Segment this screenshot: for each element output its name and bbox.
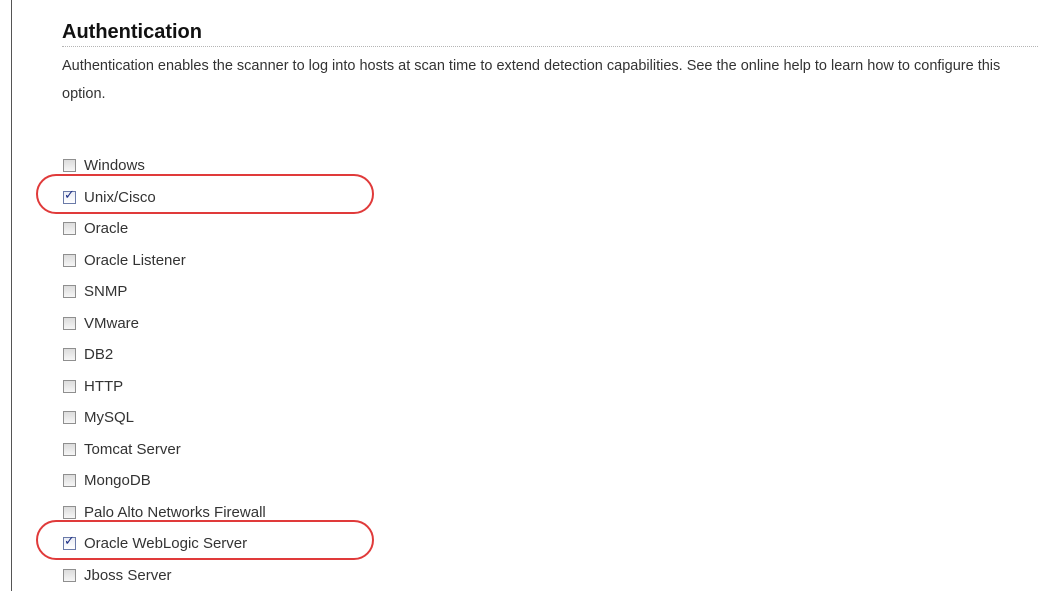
option-oracle-listener[interactable]: Oracle Listener	[63, 245, 266, 277]
checkbox-mysql[interactable]	[63, 411, 76, 425]
option-label: MySQL	[84, 409, 135, 427]
option-label: Jboss Server	[84, 566, 172, 584]
option-label: VMware	[84, 314, 140, 332]
checkmark-icon: ✓	[64, 534, 75, 550]
option-label: Unix/Cisco	[84, 188, 156, 206]
option-oracle[interactable]: Oracle	[63, 213, 266, 245]
option-snmp[interactable]: SNMP	[63, 276, 266, 308]
checkbox-oracle-listener[interactable]	[63, 253, 76, 267]
option-http[interactable]: HTTP	[63, 371, 266, 403]
checkbox-db2[interactable]	[63, 348, 76, 362]
option-label: Oracle Listener	[84, 251, 186, 269]
section-description: Authentication enables the scanner to lo…	[62, 58, 1001, 102]
checkbox-oracle[interactable]	[63, 222, 76, 236]
option-label: DB2	[84, 346, 114, 364]
panel-left-border	[11, 0, 12, 591]
checkbox-mongodb[interactable]	[63, 474, 76, 488]
checkbox-http[interactable]	[63, 379, 76, 393]
option-label: Tomcat Server	[84, 440, 181, 458]
option-mongodb[interactable]: MongoDB	[63, 465, 266, 497]
option-unix-cisco[interactable]: ✓ Unix/Cisco	[63, 182, 266, 214]
option-db2[interactable]: DB2	[63, 339, 266, 371]
checkbox-palo-alto-networks-firewall[interactable]	[63, 505, 76, 519]
option-label: MongoDB	[84, 472, 151, 490]
checkbox-tomcat-server[interactable]	[63, 442, 76, 456]
title-divider	[62, 46, 1038, 47]
checkbox-unix-cisco[interactable]: ✓	[63, 187, 76, 204]
checkbox-snmp[interactable]	[63, 285, 76, 299]
authentication-section: Authentication Authentication enables th…	[62, 20, 1038, 108]
authentication-options-list: Windows ✓ Unix/Cisco Oracle Oracle Liste…	[63, 150, 266, 591]
option-jboss-server[interactable]: Jboss Server	[63, 560, 266, 591]
checkbox-jboss-server[interactable]	[63, 568, 76, 582]
option-label: HTTP	[84, 377, 124, 395]
checkmark-icon: ✓	[64, 187, 75, 203]
checkbox-oracle-weblogic-server[interactable]: ✓	[63, 534, 76, 551]
section-title: Authentication	[62, 21, 202, 43]
option-windows[interactable]: Windows	[63, 150, 266, 182]
option-palo-alto-networks-firewall[interactable]: Palo Alto Networks Firewall	[63, 497, 266, 529]
checkbox-vmware[interactable]	[63, 316, 76, 330]
option-vmware[interactable]: VMware	[63, 308, 266, 340]
option-label: Windows	[84, 157, 145, 175]
option-label: SNMP	[84, 283, 128, 301]
option-mysql[interactable]: MySQL	[63, 402, 266, 434]
option-tomcat-server[interactable]: Tomcat Server	[63, 434, 266, 466]
option-label: Palo Alto Networks Firewall	[84, 503, 266, 521]
option-label: Oracle WebLogic Server	[84, 535, 248, 553]
option-oracle-weblogic-server[interactable]: ✓ Oracle WebLogic Server	[63, 528, 266, 560]
authentication-panel: Authentication Authentication enables th…	[0, 0, 1058, 591]
option-label: Oracle	[84, 220, 129, 238]
checkbox-windows[interactable]	[63, 159, 76, 173]
